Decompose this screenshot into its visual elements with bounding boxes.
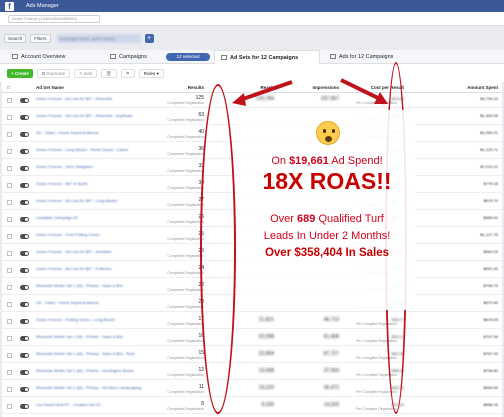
leads-line: Over 689 Qualified Turf [238, 213, 416, 225]
text-part: Ad Spend! [328, 155, 383, 167]
ad-spend-amount: $19,661 [289, 155, 329, 167]
roas-headline: 18X ROAS!! [262, 168, 392, 194]
arrowhead-results [232, 93, 246, 106]
text-part: Qualified Turf [315, 213, 384, 225]
leads-period-line: Leads In Under 2 Months! [263, 230, 391, 242]
screaming-face-icon [316, 121, 340, 145]
ad-spend-line: On $19,661 Ad Spend! [238, 155, 416, 167]
text-part: On [271, 155, 290, 167]
leads-count: 689 [297, 213, 316, 225]
arrow-to-results [239, 80, 293, 102]
sales-line: Over $358,404 In Sales [264, 247, 390, 259]
results-callout: On $19,661 Ad Spend! 18X ROAS!! Over 689… [238, 110, 416, 310]
text-part: Over [270, 213, 298, 225]
arrow-to-cost [340, 78, 379, 100]
